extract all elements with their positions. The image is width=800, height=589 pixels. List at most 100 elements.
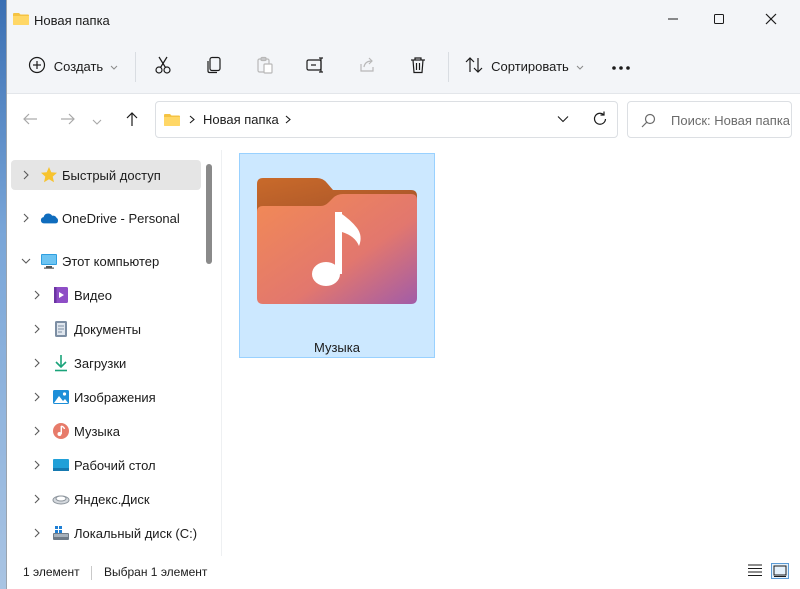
scissors-icon [154, 56, 172, 77]
star-icon [40, 166, 58, 184]
drive-icon [52, 524, 70, 542]
chevron-right-icon[interactable] [30, 458, 44, 472]
sidebar-item-downloads[interactable]: Загрузки [11, 348, 201, 378]
sidebar-item-onedrive[interactable]: OneDrive - Personal [11, 203, 201, 233]
details-view-icon[interactable] [747, 563, 763, 580]
sidebar-item-yandex-disk[interactable]: Яндекс.Диск [11, 484, 201, 514]
chevron-right-icon[interactable] [284, 111, 292, 130]
title-bar: Новая папка [7, 0, 800, 40]
music-folder-icon [255, 176, 419, 309]
folder-name: Музыка [314, 340, 360, 355]
address-bar[interactable]: Новая папка [155, 101, 618, 138]
sidebar-item-label: Изображения [74, 389, 156, 405]
minimize-button[interactable] [649, 0, 697, 40]
image-icon [52, 388, 70, 406]
monitor-icon [40, 252, 58, 270]
sidebar-item-label: Яндекс.Диск [74, 491, 150, 507]
sidebar-item-videos[interactable]: Видео [11, 280, 201, 310]
chevron-down-icon[interactable] [19, 254, 33, 268]
rename-button[interactable] [300, 50, 332, 82]
item-count: 1 элемент [23, 565, 80, 579]
up-button[interactable] [118, 106, 146, 134]
sidebar-item-music[interactable]: Музыка [11, 416, 201, 446]
delete-button[interactable] [402, 50, 434, 82]
sidebar-item-desktop[interactable]: Рабочий стол [11, 450, 201, 480]
folder-icon [13, 12, 29, 29]
share-button[interactable] [351, 50, 383, 82]
chevron-right-icon[interactable] [19, 168, 33, 182]
trash-icon [409, 56, 427, 77]
chevron-down-icon [576, 59, 584, 74]
back-button[interactable] [16, 106, 44, 134]
sidebar-item-label: Локальный диск (C:) [74, 525, 198, 541]
chevron-right-icon[interactable] [30, 322, 44, 336]
minimize-icon [667, 13, 679, 28]
chevron-right-icon[interactable] [30, 424, 44, 438]
address-path[interactable]: Новая папка [203, 112, 279, 127]
close-icon [765, 13, 777, 28]
sidebar-item-pictures[interactable]: Изображения [11, 382, 201, 412]
sidebar-item-label: Загрузки [74, 355, 127, 371]
selection-count: Выбран 1 элемент [104, 565, 208, 579]
folder-item-music[interactable]: Музыка [239, 153, 435, 358]
explorer-window: Новая папка Создать Сортировать Новая па… [6, 0, 800, 589]
refresh-icon[interactable] [592, 111, 608, 130]
chevron-right-icon[interactable] [19, 211, 33, 225]
arrow-right-icon [60, 112, 76, 129]
command-bar: Создать Сортировать [7, 40, 800, 94]
maximize-icon [713, 13, 725, 28]
chevron-right-icon[interactable] [30, 526, 44, 540]
cut-button[interactable] [147, 50, 179, 82]
sidebar-item-quick-access[interactable]: Быстрый доступ [11, 160, 201, 190]
copy-button[interactable] [198, 50, 230, 82]
new-button[interactable]: Создать [23, 50, 123, 82]
sidebar-scrollbar[interactable] [203, 160, 215, 556]
download-icon [52, 354, 70, 372]
chevron-right-icon[interactable] [188, 111, 196, 130]
toolbar-separator [135, 52, 136, 82]
search-placeholder: Поиск: Новая папка [671, 113, 791, 128]
status-separator [91, 566, 92, 580]
share-icon [358, 56, 376, 77]
close-button[interactable] [747, 0, 795, 40]
sidebar-item-this-pc[interactable]: Этот компьютер [11, 246, 201, 276]
tiles-view-icon[interactable] [771, 563, 789, 582]
copy-icon [205, 56, 223, 77]
chevron-right-icon[interactable] [30, 356, 44, 370]
paste-button[interactable] [249, 50, 281, 82]
sort-icon [465, 56, 483, 77]
paste-icon [256, 56, 274, 77]
video-icon [52, 286, 70, 304]
scrollbar-thumb[interactable] [206, 164, 212, 264]
status-bar: 1 элемент Выбран 1 элемент [7, 556, 800, 589]
arrow-left-icon [22, 112, 38, 129]
recent-locations-button[interactable] [87, 106, 107, 134]
more-button[interactable] [605, 50, 637, 82]
sidebar-item-local-disk-c[interactable]: Локальный диск (C:) [11, 518, 201, 548]
more-icon [611, 59, 631, 74]
sidebar-item-label: OneDrive - Personal [62, 210, 180, 226]
sidebar-item-documents[interactable]: Документы [11, 314, 201, 344]
forward-button[interactable] [54, 106, 82, 134]
maximize-button[interactable] [695, 0, 743, 40]
document-icon [52, 320, 70, 338]
chevron-right-icon[interactable] [30, 492, 44, 506]
folder-icon [164, 113, 180, 130]
cloud-icon [40, 209, 58, 227]
navigation-pane: Быстрый доступ OneDrive - Personal Этот … [7, 150, 221, 556]
plus-circle-icon [28, 56, 46, 77]
search-box[interactable]: Поиск: Новая папка [627, 101, 792, 138]
sort-button[interactable]: Сортировать [462, 50, 587, 82]
chevron-down-icon[interactable] [556, 112, 570, 129]
navigation-bar: Новая папка Поиск: Новая папка [7, 94, 800, 146]
new-button-label: Создать [53, 58, 104, 74]
search-icon [640, 113, 656, 132]
chevron-right-icon[interactable] [30, 288, 44, 302]
file-list: Музыка [222, 150, 800, 556]
chevron-right-icon[interactable] [30, 390, 44, 404]
toolbar-separator [448, 52, 449, 82]
disk-icon [52, 490, 70, 508]
sidebar-item-label: Видео [74, 287, 112, 303]
sidebar-item-label: Быстрый доступ [62, 167, 161, 183]
chevron-down-icon [110, 59, 118, 74]
